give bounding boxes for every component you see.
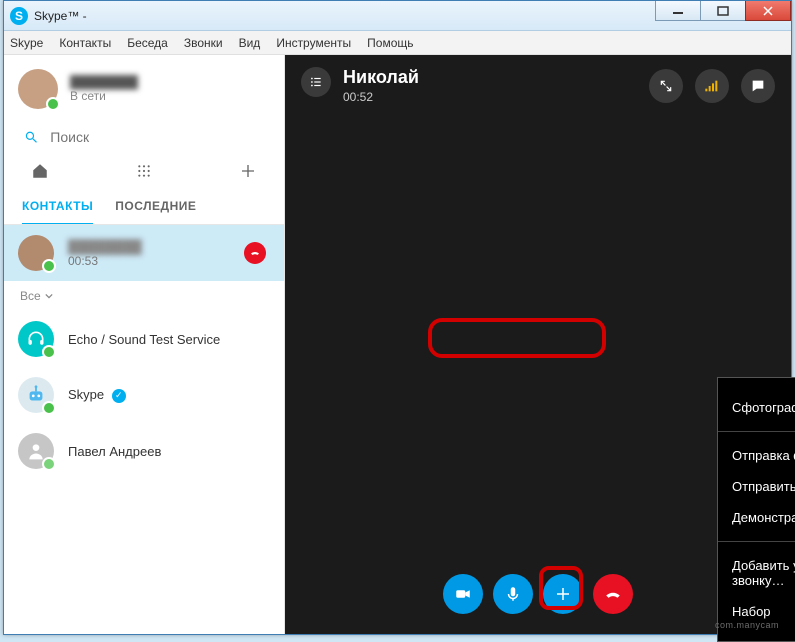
contact-row-pavel[interactable]: Павел Андреев: [4, 423, 284, 479]
person-icon: [26, 441, 46, 461]
phone-down-icon: [249, 247, 261, 259]
close-icon: [762, 6, 774, 16]
contact-avatar: [18, 433, 54, 469]
call-panel: Николай 00:52: [285, 55, 791, 634]
hangup-mini-button[interactable]: [244, 242, 266, 264]
new-button[interactable]: [236, 159, 260, 183]
minimize-button[interactable]: [655, 1, 701, 21]
maximize-button[interactable]: [700, 1, 746, 21]
call-duration: 00:52: [343, 90, 419, 104]
search-row[interactable]: [4, 119, 284, 159]
sidebar-tabs: КОНТАКТЫ ПОСЛЕДНИЕ: [4, 193, 284, 225]
presence-dot-icon: [42, 457, 56, 471]
menu-separator: [718, 541, 795, 542]
minimize-icon: [672, 6, 684, 16]
plus-icon: [240, 163, 256, 179]
presence-dot-icon: [42, 259, 56, 273]
plus-icon: [554, 585, 572, 603]
app-window: S Skype™ - Skype Контакты Беседа Звонки …: [3, 0, 792, 635]
verified-badge-icon: ✓: [112, 389, 126, 403]
menu-tools[interactable]: Инструменты: [276, 36, 351, 50]
home-button[interactable]: [28, 159, 52, 183]
presence-dot-icon: [42, 345, 56, 359]
expand-icon: [659, 79, 673, 93]
call-timer: 00:53: [68, 254, 142, 268]
menu-calls[interactable]: Звонки: [184, 36, 223, 50]
video-icon: [454, 585, 472, 603]
profile-avatar: [18, 69, 58, 109]
menubar: Skype Контакты Беседа Звонки Вид Инструм…: [4, 31, 791, 55]
fullscreen-button[interactable]: [649, 69, 683, 103]
chevron-down-icon: [45, 292, 53, 300]
watermark: com.manycam: [715, 620, 779, 630]
close-button[interactable]: [745, 1, 791, 21]
menu-item-snapshot[interactable]: Сфотографировать…: [718, 392, 795, 423]
mic-icon: [504, 585, 522, 603]
search-input[interactable]: [50, 129, 268, 145]
menu-separator: [718, 431, 795, 432]
menu-view[interactable]: Вид: [239, 36, 261, 50]
mic-button[interactable]: [493, 574, 533, 614]
contact-name: Skype ✓: [68, 387, 126, 403]
call-quality-button[interactable]: [695, 69, 729, 103]
contact-name: Павел Андреев: [68, 444, 161, 459]
filter-dropdown[interactable]: Все: [4, 281, 284, 311]
filter-label: Все: [20, 289, 41, 303]
menu-conversation[interactable]: Беседа: [127, 36, 168, 50]
home-icon: [31, 162, 49, 180]
presence-dot-icon: [46, 97, 60, 111]
call-header: Николай 00:52: [285, 55, 791, 116]
presence-dot-icon: [42, 401, 56, 415]
phone-down-icon: [604, 585, 622, 603]
sidebar: ████████ В сети: [4, 55, 285, 634]
contact-avatar: [18, 235, 54, 271]
contact-row-echo[interactable]: Echo / Sound Test Service: [4, 311, 284, 367]
call-participants-button[interactable]: [301, 67, 331, 97]
chat-button[interactable]: [741, 69, 775, 103]
menu-item-send-contacts[interactable]: Отправить контакты…: [718, 471, 795, 502]
plus-button[interactable]: [543, 574, 583, 614]
maximize-icon: [717, 6, 729, 16]
tab-recent[interactable]: ПОСЛЕДНИЕ: [115, 199, 196, 225]
list-icon: [309, 75, 323, 89]
video-button[interactable]: [443, 574, 483, 614]
signal-icon: [704, 79, 720, 93]
menu-help[interactable]: Помощь: [367, 36, 413, 50]
contact-avatar: [18, 377, 54, 413]
call-toolbar: [285, 574, 791, 614]
profile-block[interactable]: ████████ В сети: [4, 55, 284, 119]
call-header-buttons: [649, 69, 775, 103]
profile-name: ████████: [70, 75, 138, 89]
contact-row-skype[interactable]: Skype ✓: [4, 367, 284, 423]
icon-bar: [4, 159, 284, 193]
hangup-button[interactable]: [593, 574, 633, 614]
skype-logo-icon: S: [10, 7, 28, 25]
tab-contacts[interactable]: КОНТАКТЫ: [22, 199, 93, 225]
window-title: Skype™ -: [34, 9, 87, 23]
menu-item-share-screen[interactable]: Демонстрация экрана…: [718, 502, 795, 533]
contact-name: Echo / Sound Test Service: [68, 332, 220, 347]
app-body: ████████ В сети: [4, 55, 791, 634]
profile-status: В сети: [70, 89, 138, 103]
dialpad-button[interactable]: [132, 159, 156, 183]
chat-icon: [750, 78, 766, 94]
titlebar[interactable]: S Skype™ -: [4, 1, 791, 31]
dialpad-icon: [136, 163, 152, 179]
window-buttons: [656, 1, 791, 21]
contact-name: ████████: [68, 239, 142, 254]
contact-avatar: [18, 321, 54, 357]
headset-icon: [26, 329, 46, 349]
search-icon: [24, 129, 38, 145]
menu-skype[interactable]: Skype: [10, 36, 43, 50]
menu-item-send-files[interactable]: Отправка файлов…: [718, 440, 795, 471]
menu-contacts[interactable]: Контакты: [59, 36, 111, 50]
active-call-row[interactable]: ████████ 00:53: [4, 225, 284, 281]
call-peer-name: Николай: [343, 67, 419, 88]
